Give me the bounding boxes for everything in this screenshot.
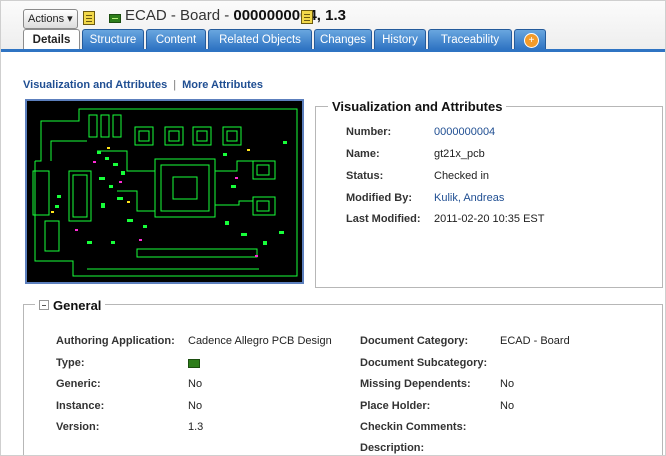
tab-history[interactable]: History [374,29,426,49]
general-value: No [500,378,515,390]
tab-changes[interactable]: Changes [314,29,372,49]
pcb-visualization-thumbnail[interactable] [25,99,304,284]
general-label: Missing Dependents: [360,378,471,390]
attr-label: Name: [346,148,380,160]
attr-value-modified-by-link[interactable]: Kulik, Andreas [434,192,504,204]
link-visualization-attributes[interactable]: Visualization and Attributes [23,79,167,91]
tab-related-objects[interactable]: Related Objects [208,29,312,49]
tab-add[interactable]: + [514,29,546,49]
general-row-place-holder: Place Holder: No [360,400,514,412]
attr-label: Status: [346,170,384,182]
general-row-missing-dependents: Missing Dependents: No [360,378,514,390]
tab-content[interactable]: Content [146,29,206,49]
general-label: Type: [56,357,85,369]
pcb-drawing [32,108,298,277]
tab-traceability[interactable]: Traceability [428,29,512,49]
general-panel [23,304,663,455]
general-row-type: Type: [56,357,200,369]
attr-value: 2011-02-20 10:35 EST [434,213,545,225]
attr-label: Modified By: [346,192,412,204]
tab-underline [1,49,665,52]
general-row-version: Version: 1.3 [56,421,203,433]
visualization-attributes-title: Visualization and Attributes [328,99,507,114]
details-page: Actions ▾ ECAD - Board - 0000000004, 1.3… [0,0,666,456]
general-row-document-category: Document Category: ECAD - Board [360,335,570,347]
general-label: Instance: [56,400,105,412]
page-header: Actions ▾ ECAD - Board - 0000000004, 1.3… [1,1,665,51]
general-label: Description: [360,442,425,454]
general-label: Generic: [56,378,101,390]
attr-value-number-link[interactable]: 0000000004 [434,126,495,138]
general-row-authoring-application: Authoring Application: Cadence Allegro P… [56,335,332,347]
tab-structure[interactable]: Structure [82,29,144,49]
add-tab-icon: + [524,33,539,48]
attr-label: Last Modified: [346,213,421,225]
section-links: Visualization and Attributes | More Attrib… [23,79,263,91]
ecad-board-icon [109,14,121,23]
general-value: No [500,400,515,412]
general-value: No [188,378,203,390]
general-row-generic: Generic: No [56,378,202,390]
document-info-icon[interactable] [83,11,95,25]
title-number: 0000000004, 1.3 [233,7,346,24]
attr-value: Checked in [434,170,490,182]
title-prefix: ECAD - Board - [125,7,234,24]
actions-dropdown-button[interactable]: Actions ▾ [23,9,78,29]
general-label: Document Subcategory: [360,357,488,369]
general-row-instance: Instance: No [56,400,202,412]
link-separator: | [173,79,177,91]
general-row-checkin-comments: Checkin Comments: [360,421,466,433]
general-title: General [53,298,102,313]
collapse-icon[interactable] [39,300,49,310]
attr-label: Number: [346,126,392,138]
general-label: Checkin Comments: [360,421,467,433]
link-more-attributes[interactable]: More Attributes [182,79,263,91]
general-value: Cadence Allegro PCB Design [188,335,332,347]
general-value: 1.3 [188,421,204,433]
general-label: Place Holder: [360,400,431,412]
general-label: Version: [56,421,100,433]
general-value: No [188,400,203,412]
document-notes-icon[interactable] [301,10,313,24]
general-row-document-subcategory: Document Subcategory: [360,357,487,369]
general-row-description: Description: [360,442,424,454]
general-label: Authoring Application: [56,335,175,347]
attr-value: gt21x_pcb [434,148,485,160]
general-header[interactable]: General [35,298,106,313]
general-label: Document Category: [360,335,469,347]
ecad-type-icon [188,359,200,368]
tab-details[interactable]: Details [23,29,80,51]
general-value: ECAD - Board [500,335,570,347]
